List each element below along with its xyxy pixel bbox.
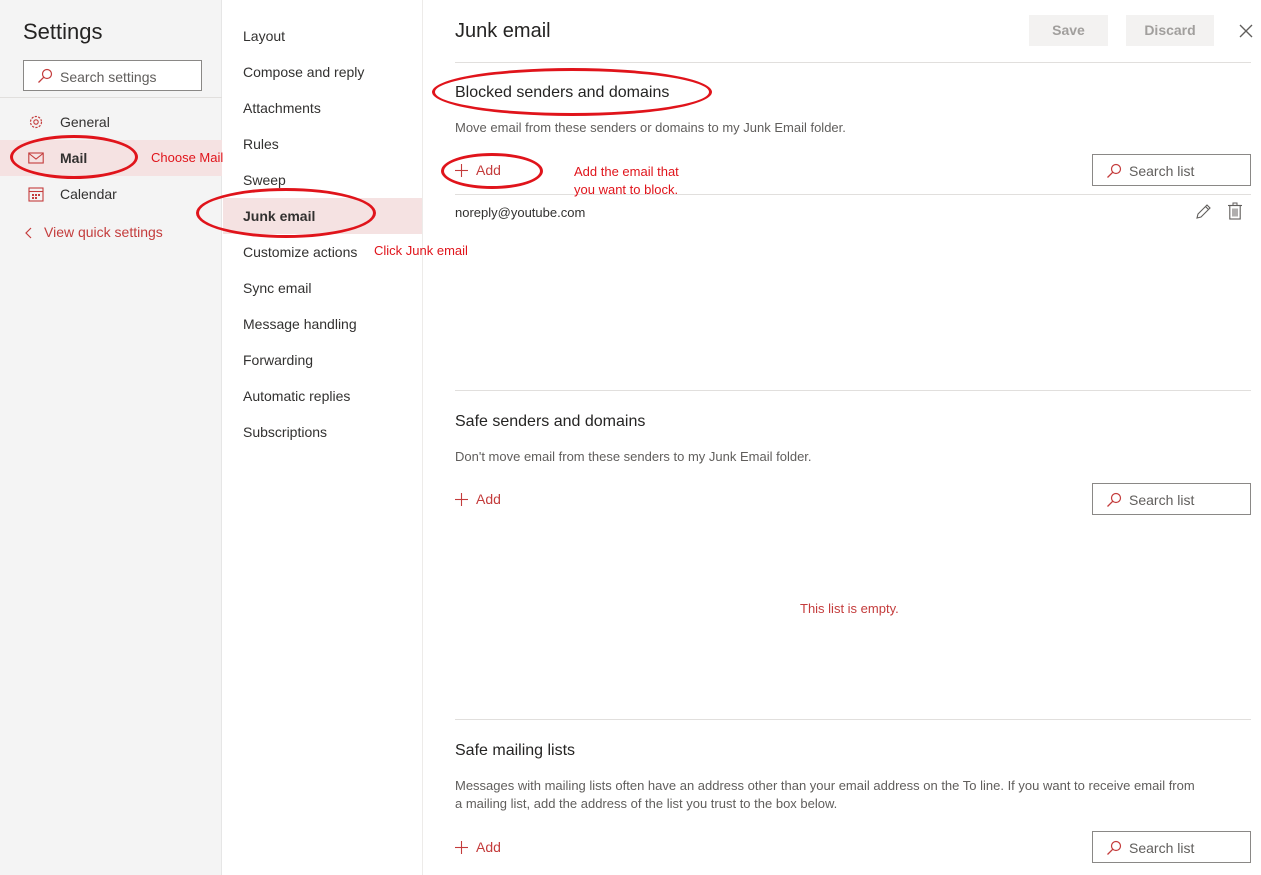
submenu-item-label: Attachments (243, 100, 321, 116)
submenu-item-sync-email[interactable]: Sync email (223, 270, 422, 306)
search-icon (1107, 840, 1122, 855)
annotation-ellipse-mail (10, 135, 138, 179)
submenu-item-label: Rules (243, 136, 279, 152)
settings-sidebar: Settings Search settings General Mail Ca… (0, 0, 222, 875)
chevron-left-icon (25, 227, 32, 239)
search-list-placeholder: Search list (1129, 840, 1195, 856)
annotation-add-email-line2: you want to block. (574, 182, 679, 197)
nav-item-general[interactable]: General (0, 104, 222, 140)
nav-item-calendar[interactable]: Calendar (0, 176, 222, 212)
submenu-item-subscriptions[interactable]: Subscriptions (223, 414, 422, 450)
nav-item-label: Calendar (60, 186, 117, 202)
add-button-label: Add (476, 491, 501, 507)
annotation-choose-mail: Choose Mail (151, 150, 224, 165)
search-icon (1107, 163, 1122, 178)
gear-icon (29, 115, 43, 129)
safe-senders-description: Don't move email from these senders to m… (455, 449, 812, 464)
blocked-search-list-input[interactable]: Search list (1092, 154, 1251, 186)
nav-item-label: General (60, 114, 110, 130)
empty-list-message: This list is empty. (800, 601, 899, 616)
add-button-label: Add (476, 839, 501, 855)
submenu-item-layout[interactable]: Layout (223, 18, 422, 54)
blocked-senders-description: Move email from these senders or domains… (455, 120, 846, 135)
submenu-item-message-handling[interactable]: Message handling (223, 306, 422, 342)
mail-settings-menu: Layout Compose and reply Attachments Rul… (223, 0, 423, 875)
safe-senders-search-list-input[interactable]: Search list (1092, 483, 1251, 515)
plus-icon (455, 493, 468, 506)
divider (455, 719, 1251, 720)
annotation-click-junk: Click Junk email (374, 243, 468, 258)
search-list-placeholder: Search list (1129, 492, 1195, 508)
divider (455, 390, 1251, 391)
submenu-item-label: Compose and reply (243, 64, 365, 80)
search-icon (38, 68, 53, 83)
junk-email-panel: Junk email Save Discard Blocked senders … (424, 0, 1261, 875)
submenu-item-label: Automatic replies (243, 388, 351, 404)
divider (0, 97, 222, 98)
page-title: Junk email (455, 20, 551, 42)
submenu-item-label: Layout (243, 28, 286, 44)
submenu-item-automatic-replies[interactable]: Automatic replies (223, 378, 422, 414)
calendar-icon (28, 187, 44, 202)
annotation-ellipse-add (441, 153, 543, 189)
settings-title: Settings (23, 19, 103, 44)
search-settings-placeholder: Search settings (60, 69, 157, 85)
submenu-item-label: Customize actions (243, 244, 358, 260)
annotation-ellipse-junk-email (196, 188, 376, 238)
submenu-item-rules[interactable]: Rules (223, 126, 422, 162)
submenu-item-forwarding[interactable]: Forwarding (223, 342, 422, 378)
view-quick-settings-label: View quick settings (44, 224, 163, 240)
submenu-item-attachments[interactable]: Attachments (223, 90, 422, 126)
plus-icon (455, 841, 468, 854)
annotation-ellipse-blocked-heading (432, 68, 712, 116)
search-settings-input[interactable]: Search settings (23, 60, 202, 91)
submenu-item-label: Sweep (243, 172, 286, 188)
submenu-item-compose-and-reply[interactable]: Compose and reply (223, 54, 422, 90)
delete-icon[interactable] (1227, 202, 1243, 220)
search-icon (1107, 492, 1122, 507)
edit-icon[interactable] (1194, 203, 1212, 221)
safe-mailing-lists-description-line1: Messages with mailing lists often have a… (455, 778, 1195, 793)
submenu-item-label: Subscriptions (243, 424, 328, 440)
safe-mailing-lists-search-list-input[interactable]: Search list (1092, 831, 1251, 863)
safe-senders-heading: Safe senders and domains (455, 413, 646, 430)
submenu-item-label: Message handling (243, 316, 357, 332)
divider (455, 62, 1251, 63)
submenu-item-label: Sync email (243, 280, 312, 296)
close-icon[interactable] (1238, 23, 1254, 39)
submenu-item-label: Forwarding (243, 352, 314, 368)
annotation-add-email-line1: Add the email that (574, 164, 679, 179)
save-button[interactable]: Save (1029, 15, 1108, 46)
blocked-entry: noreply@youtube.com (455, 205, 586, 220)
safe-mailing-lists-description-line2: a mailing list, add the address of the l… (455, 796, 838, 811)
safe-mailing-lists-heading: Safe mailing lists (455, 742, 576, 759)
search-list-placeholder: Search list (1129, 163, 1195, 179)
discard-button[interactable]: Discard (1126, 15, 1214, 46)
